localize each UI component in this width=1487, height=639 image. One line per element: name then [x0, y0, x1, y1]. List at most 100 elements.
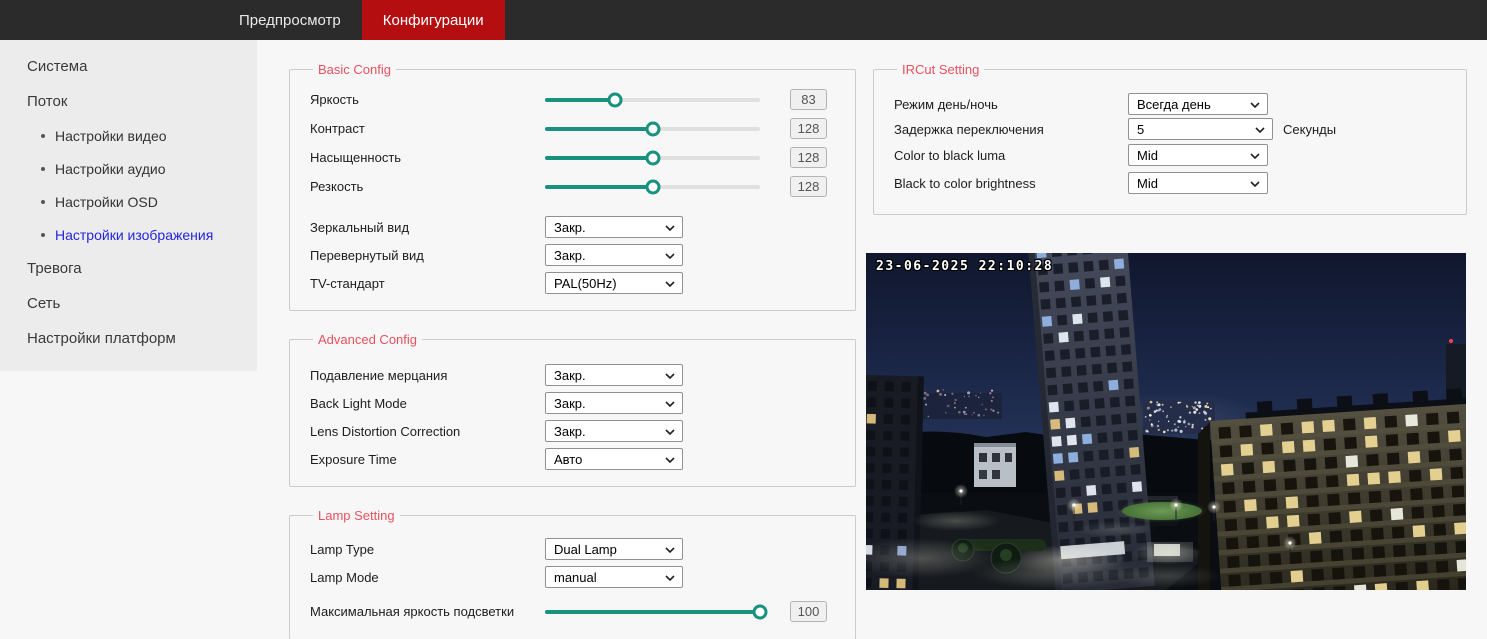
contrast-label: Контраст — [310, 121, 365, 136]
lamp-setting-title: Lamp Setting — [318, 508, 395, 523]
c2b-luma-select[interactable]: Mid — [1128, 144, 1268, 166]
lamp-setting-panel: Lamp Setting Lamp Type Dual Lamp Lamp Mo… — [289, 508, 856, 639]
mirror-select[interactable]: Закр. — [545, 216, 683, 238]
chevron-down-icon — [1255, 127, 1265, 133]
sharpness-slider[interactable] — [545, 178, 760, 196]
slider-thumb[interactable] — [645, 179, 661, 194]
lens-distortion-label: Lens Distortion Correction — [310, 423, 461, 439]
sharpness-label: Резкость — [310, 179, 364, 194]
exposure-select[interactable]: Авто — [545, 448, 683, 470]
switch-delay-label: Задержка переключения — [894, 121, 1044, 137]
chevron-down-icon — [665, 575, 675, 581]
c2b-luma-label: Color to black luma — [894, 147, 1006, 163]
b2c-brightness-select[interactable]: Mid — [1128, 172, 1268, 194]
chevron-down-icon — [665, 225, 675, 231]
topbar: Предпросмотр Конфигурации — [0, 0, 1487, 40]
chevron-down-icon — [665, 547, 675, 553]
sidebar-item-osd-settings[interactable]: Настройки OSD — [0, 185, 257, 218]
lamp-mode-select[interactable]: manual — [545, 566, 683, 588]
advanced-config-panel: Advanced Config Подавление мерцания Закр… — [289, 332, 856, 487]
night-scene — [866, 253, 1466, 590]
switch-delay-select[interactable]: 5 — [1128, 118, 1273, 140]
mirror-row: Зеркальный вид Закр. — [310, 213, 837, 241]
backlight-row: Back Light Mode Закр. — [310, 389, 837, 417]
advanced-config-title: Advanced Config — [318, 332, 418, 347]
lamp-type-select[interactable]: Dual Lamp — [545, 538, 683, 560]
b2c-brightness-label: Black to color brightness — [894, 175, 1036, 191]
sidebar-item-video-settings[interactable]: Настройки видео — [0, 119, 257, 152]
chevron-down-icon — [1250, 102, 1260, 108]
brightness-label: Яркость — [310, 92, 359, 107]
chevron-down-icon — [1250, 153, 1260, 159]
sidebar-item-stream[interactable]: Поток — [0, 84, 257, 119]
bullet-icon — [41, 199, 45, 204]
lamp-type-label: Lamp Type — [310, 541, 375, 557]
saturation-label: Насыщенность — [310, 150, 402, 165]
sharpness-value: 128 — [790, 176, 827, 197]
backlight-label: Back Light Mode — [310, 395, 407, 411]
brightness-slider[interactable] — [545, 91, 760, 109]
slider-thumb[interactable] — [752, 604, 768, 619]
contrast-row: Контраст 128 — [310, 114, 837, 143]
ircut-setting-title: IRCut Setting — [902, 62, 980, 77]
day-night-row: Режим день/ночь Всегда день — [894, 91, 1448, 117]
chevron-down-icon — [665, 253, 675, 259]
chevron-down-icon — [665, 401, 675, 407]
sidebar-item-network[interactable]: Сеть — [0, 286, 257, 321]
flicker-select[interactable]: Закр. — [545, 364, 683, 386]
lens-distortion-select[interactable]: Закр. — [545, 420, 683, 442]
basic-config-title: Basic Config — [318, 62, 391, 77]
camera-preview: 23-06-2025 22:10:28 — [866, 253, 1466, 590]
switch-delay-row: Задержка переключения 5 Секунды — [894, 117, 1448, 141]
lens-distortion-row: Lens Distortion Correction Закр. — [310, 417, 837, 445]
lamp-mode-label: Lamp Mode — [310, 569, 379, 585]
seconds-suffix: Секунды — [1283, 121, 1337, 137]
bullet-icon — [41, 133, 45, 138]
lamp-type-row: Lamp Type Dual Lamp — [310, 535, 837, 563]
sidebar: Система Поток Настройки видео Настройки … — [0, 40, 257, 371]
sidebar-item-platform-settings[interactable]: Настройки платформ — [0, 321, 257, 356]
bullet-icon — [41, 232, 45, 237]
chevron-down-icon — [1250, 181, 1260, 187]
slider-thumb[interactable] — [607, 92, 623, 107]
slider-thumb[interactable] — [645, 121, 661, 136]
timestamp-overlay: 23-06-2025 22:10:28 — [876, 259, 1054, 274]
brightness-row: Яркость 83 — [310, 85, 837, 114]
tv-standard-label: TV-стандарт — [310, 275, 385, 291]
sidebar-item-alarm[interactable]: Тревога — [0, 251, 257, 286]
tab-preview[interactable]: Предпросмотр — [218, 0, 362, 40]
basic-config-panel: Basic Config Яркость 83 Контраст 128 Нас… — [289, 62, 856, 311]
lamp-mode-row: Lamp Mode manual — [310, 563, 837, 591]
bullet-icon — [41, 166, 45, 171]
saturation-row: Насыщенность 128 — [310, 143, 837, 172]
sidebar-item-system[interactable]: Система — [0, 49, 257, 84]
brightness-value: 83 — [790, 89, 827, 110]
b2c-brightness-row: Black to color brightness Mid — [894, 169, 1448, 197]
exposure-row: Exposure Time Авто — [310, 445, 837, 473]
day-night-select[interactable]: Всегда день — [1128, 93, 1268, 115]
backlight-select[interactable]: Закр. — [545, 392, 683, 414]
sidebar-item-image-settings[interactable]: Настройки изображения — [0, 218, 257, 251]
flicker-row: Подавление мерцания Закр. — [310, 361, 837, 389]
lamp-brightness-label: Максимальная яркость подсветки — [310, 604, 515, 619]
contrast-slider[interactable] — [545, 120, 760, 138]
lamp-brightness-slider[interactable] — [545, 603, 768, 621]
tv-standard-select[interactable]: PAL(50Hz) — [545, 272, 683, 294]
flip-row: Перевернутый вид Закр. — [310, 241, 837, 269]
tv-standard-row: TV-стандарт PAL(50Hz) — [310, 269, 837, 297]
sidebar-item-audio-settings[interactable]: Настройки аудио — [0, 152, 257, 185]
day-night-label: Режим день/ночь — [894, 96, 998, 112]
chevron-down-icon — [665, 281, 675, 287]
flip-label: Перевернутый вид — [310, 247, 424, 263]
ircut-setting-panel: IRCut Setting Режим день/ночь Всегда ден… — [873, 62, 1467, 215]
contrast-value: 128 — [790, 118, 827, 139]
slider-thumb[interactable] — [645, 150, 661, 165]
mirror-label: Зеркальный вид — [310, 219, 410, 235]
flicker-label: Подавление мерцания — [310, 367, 448, 383]
flip-select[interactable]: Закр. — [545, 244, 683, 266]
chevron-down-icon — [665, 373, 675, 379]
saturation-slider[interactable] — [545, 149, 760, 167]
lamp-brightness-value: 100 — [790, 601, 827, 622]
tab-configuration[interactable]: Конфигурации — [361, 0, 505, 40]
